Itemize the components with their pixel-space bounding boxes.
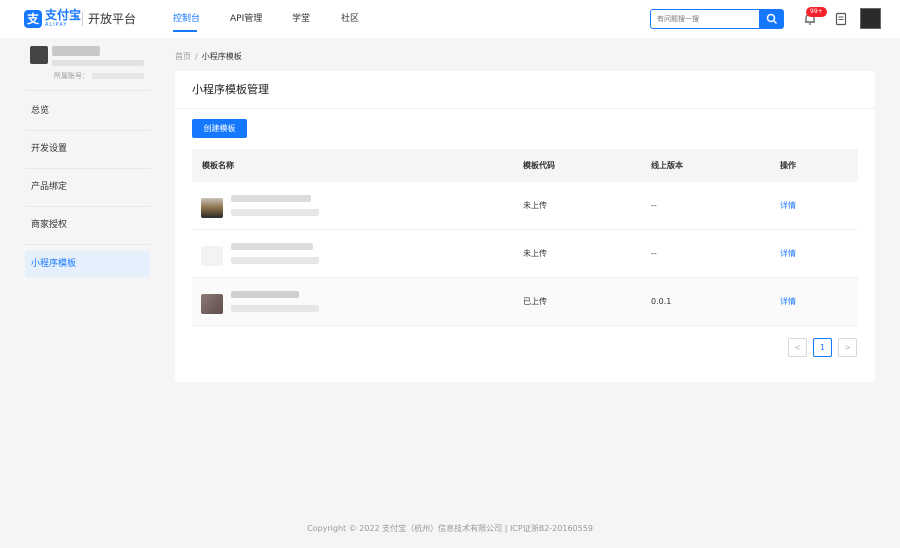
template-thumbnail (201, 198, 223, 218)
alipay-logo-icon[interactable]: 支 (24, 10, 42, 28)
table-row: 已上传 0.0.1 详情 (192, 278, 858, 326)
nav-active-indicator (173, 30, 197, 32)
sidebar-divider (25, 206, 150, 207)
template-desc-redacted (231, 209, 319, 216)
top-bar: 支 支付宝 ALIPAY 开放平台 控制台 API管理 学堂 社区 99+ (0, 0, 900, 38)
table-row: 未上传 -- 详情 (192, 230, 858, 278)
footer-copyright: Copyright © 2022 支付宝（杭州）信息技术有限公司 | ICP证浙… (307, 524, 593, 533)
template-code-status: 未上传 (523, 249, 547, 258)
notification-badge: 99+ (806, 7, 827, 17)
nav-api-management[interactable]: API管理 (230, 14, 262, 25)
document-icon[interactable] (834, 12, 848, 26)
title-divider (175, 108, 875, 109)
template-desc-redacted (231, 257, 319, 264)
table-header: 模板名称 模板代码 线上版本 操作 (192, 149, 858, 182)
logo-subtext: ALIPAY (45, 22, 68, 28)
account-name-redacted (52, 46, 100, 56)
account-detail-redacted (52, 60, 144, 66)
details-link[interactable]: 详情 (780, 201, 796, 211)
sidebar-divider (25, 244, 150, 245)
template-name-redacted (231, 291, 299, 298)
pagination-prev-button[interactable]: < (788, 338, 807, 357)
sidebar-item-overview[interactable]: 总览 (25, 98, 150, 124)
create-template-button[interactable]: 创建模板 (192, 119, 247, 138)
details-link[interactable]: 详情 (780, 297, 796, 307)
logo-divider (82, 12, 83, 26)
sidebar-item-miniapp-templates[interactable]: 小程序模板 (25, 251, 150, 277)
sidebar-item-dev-settings[interactable]: 开发设置 (25, 136, 150, 162)
online-version: -- (651, 201, 657, 210)
template-thumbnail (201, 246, 223, 266)
column-header-version: 线上版本 (651, 161, 683, 170)
breadcrumb-current: 小程序模板 (201, 52, 242, 61)
search-input[interactable] (651, 10, 759, 28)
template-code-status: 已上传 (523, 297, 547, 306)
nav-console[interactable]: 控制台 (173, 14, 200, 25)
pagination-page-1[interactable]: 1 (813, 338, 832, 357)
account-label: 所属账号： (54, 72, 89, 80)
breadcrumb-separator: / (195, 52, 198, 61)
details-link[interactable]: 详情 (780, 249, 796, 259)
table-row: 未上传 -- 详情 (192, 182, 858, 230)
user-avatar[interactable] (860, 8, 881, 29)
template-management-card: 小程序模板管理 创建模板 模板名称 模板代码 线上版本 操作 未上传 -- 详情… (175, 71, 875, 382)
column-header-code: 模板代码 (523, 161, 555, 170)
breadcrumb: 首页 / 小程序模板 (175, 52, 242, 62)
template-name-redacted (231, 243, 313, 250)
sidebar-divider (25, 130, 150, 131)
pagination-next-button[interactable]: > (838, 338, 857, 357)
breadcrumb-home[interactable]: 首页 (175, 52, 191, 61)
template-code-status: 未上传 (523, 201, 547, 210)
column-header-name: 模板名称 (202, 161, 234, 170)
search-box (650, 9, 760, 29)
account-avatar (30, 46, 48, 64)
sidebar-divider (25, 90, 150, 91)
search-icon (766, 13, 778, 25)
search-button[interactable] (760, 9, 784, 29)
account-id-redacted (92, 73, 144, 79)
logo-text: 支付宝 (45, 8, 82, 22)
template-thumbnail (201, 294, 223, 314)
platform-title: 开放平台 (88, 12, 137, 26)
nav-community[interactable]: 社区 (341, 14, 359, 25)
sidebar-item-product-binding[interactable]: 产品绑定 (25, 174, 150, 200)
template-name-redacted (231, 195, 311, 202)
online-version: 0.0.1 (651, 297, 672, 306)
sidebar-divider (25, 168, 150, 169)
sidebar: 所属账号： 总览 开发设置 产品绑定 商家授权 小程序模板 (0, 38, 165, 468)
page-title: 小程序模板管理 (192, 83, 269, 96)
online-version: -- (651, 249, 657, 258)
template-desc-redacted (231, 305, 319, 312)
column-header-action: 操作 (780, 161, 796, 170)
sidebar-item-merchant-auth[interactable]: 商家授权 (25, 212, 150, 238)
nav-academy[interactable]: 学堂 (292, 14, 310, 25)
